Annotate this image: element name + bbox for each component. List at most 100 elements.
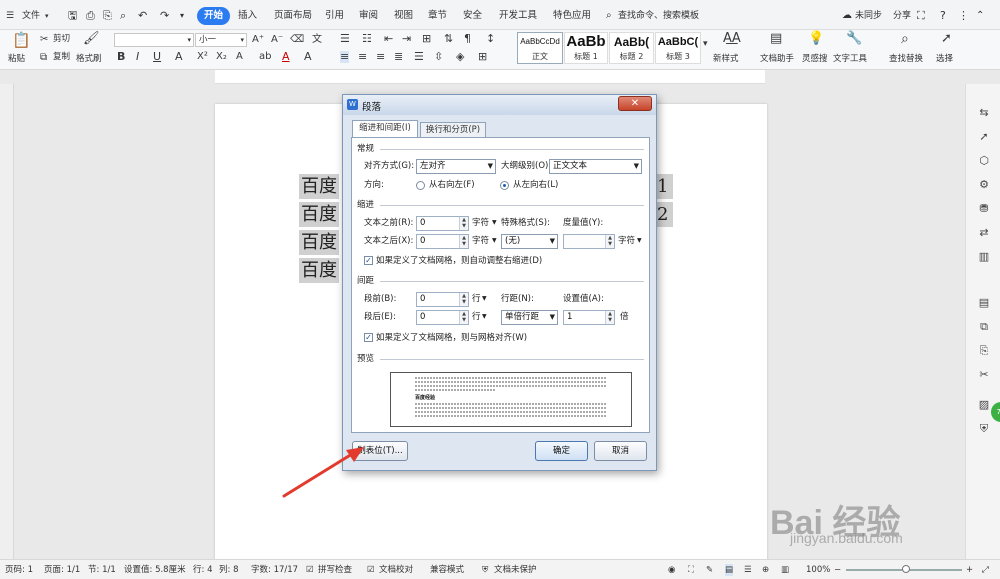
char-shading-icon[interactable]: A xyxy=(304,51,312,63)
space-after-input[interactable]: 0 ▲ ▼ xyxy=(416,310,469,325)
vertical-ruler[interactable] xyxy=(0,84,14,559)
properties-icon[interactable]: ⚙ xyxy=(977,178,991,192)
auto-right-indent-label[interactable]: 如果定义了文档网格，则自动调整右缩进(D) xyxy=(376,255,542,267)
image-icon[interactable]: ▨ xyxy=(977,398,991,412)
ok-button[interactable]: 确定 xyxy=(535,441,588,461)
export-pdf-icon[interactable]: ⎘ xyxy=(977,344,991,358)
status-page[interactable]: 页面: 1/1 xyxy=(44,564,80,576)
backup-icon[interactable]: ⛃ xyxy=(977,202,991,216)
doc-text-line[interactable]: 百度 xyxy=(299,174,339,199)
doc-proof-button[interactable]: 文档校对 xyxy=(379,564,413,576)
status-section[interactable]: 节: 1/1 xyxy=(88,564,116,576)
numbered-list-icon[interactable]: ☷ xyxy=(362,33,372,45)
spinner-icon[interactable]: ▲ ▼ xyxy=(605,235,614,248)
customize-icon[interactable]: ▾ xyxy=(180,8,184,24)
library-icon[interactable]: ▤ xyxy=(977,296,991,310)
spellcheck-button[interactable]: 拼写检查 xyxy=(318,564,352,576)
fit-page-icon[interactable]: ⤢ xyxy=(982,564,989,576)
text-tools-button[interactable]: 文字工具 xyxy=(833,54,867,65)
bullet-list-icon[interactable]: ☰ xyxy=(340,33,350,45)
grow-font-icon[interactable]: A⁺ xyxy=(252,34,264,46)
skin-icon[interactable]: ⛶ xyxy=(917,8,925,24)
assistant-badge-icon[interactable]: 75 xyxy=(991,402,1000,422)
cursor-icon[interactable]: ➚ xyxy=(941,32,952,45)
tabs-button[interactable]: 制表位(T)... xyxy=(352,441,408,461)
spinner-icon[interactable]: ▲ ▼ xyxy=(459,235,468,248)
outline-select[interactable]: 正文文本 ▼ xyxy=(549,159,642,174)
font-color-icon[interactable]: A xyxy=(282,51,290,63)
shading-icon[interactable]: ◈ xyxy=(456,51,464,63)
cancel-button[interactable]: 取消 xyxy=(594,441,647,461)
italic-icon[interactable]: I xyxy=(136,51,139,63)
font-size-combo[interactable]: 小一 ▾ xyxy=(195,33,247,47)
shield-icon[interactable]: ⛨ xyxy=(977,422,991,436)
paragraph-spacing-icon[interactable]: ⇳ xyxy=(434,51,443,63)
new-style-button[interactable]: 新样式 xyxy=(713,54,739,65)
spinner-icon[interactable]: ▲ ▼ xyxy=(459,217,468,230)
cut-button[interactable]: 剪切 xyxy=(53,34,70,45)
search-icon[interactable]: ⌕ xyxy=(606,8,612,24)
tab-view[interactable]: 视图 xyxy=(391,7,416,25)
indent-after-unit[interactable]: 字符 xyxy=(472,235,489,247)
increase-indent-icon[interactable]: ⇥ xyxy=(402,33,411,45)
spinner-icon[interactable]: ▲ ▼ xyxy=(459,293,468,306)
translate-icon[interactable]: ⇄ xyxy=(977,226,991,240)
rtl-label[interactable]: 从右向左(F) xyxy=(429,179,475,191)
zoom-in-icon[interactable]: + xyxy=(966,564,973,576)
snap-to-grid-checkbox[interactable]: ✓ xyxy=(364,333,373,342)
tab-insert[interactable]: 插入 xyxy=(235,7,260,25)
file-menu[interactable]: 文件 xyxy=(22,8,40,24)
spinner-icon[interactable]: ▲ ▼ xyxy=(459,311,468,324)
chevron-down-icon[interactable]: ▼ xyxy=(482,293,487,305)
outline-view-icon[interactable]: ☰ xyxy=(744,564,752,576)
bold-icon[interactable]: B xyxy=(117,51,125,63)
distributed-icon[interactable]: ☰ xyxy=(414,51,424,63)
style-normal[interactable]: AaBbCcDd 正文 xyxy=(517,32,563,64)
command-search[interactable]: 查找命令、搜索模板 xyxy=(618,8,699,24)
status-word-count[interactable]: 字数: 17/17 xyxy=(251,564,298,576)
underline-icon[interactable]: U xyxy=(153,51,161,63)
read-view-icon[interactable]: ▥ xyxy=(781,564,789,576)
auto-right-indent-checkbox[interactable]: ✓ xyxy=(364,256,373,265)
space-before-input[interactable]: 0 ▲ ▼ xyxy=(416,292,469,307)
dialog-title-bar[interactable]: W 段落 ✕ xyxy=(343,95,656,115)
magnifier-icon[interactable]: ⌕ xyxy=(901,32,909,46)
sync-status[interactable]: 未同步 xyxy=(855,8,882,24)
strikethrough-icon[interactable]: A xyxy=(175,51,183,63)
print-icon[interactable]: ⎘ xyxy=(103,8,112,24)
page-view-icon[interactable]: ▤ xyxy=(725,564,734,576)
style-heading-2[interactable]: AaBb( 标题 2 xyxy=(609,32,654,64)
paste-icon[interactable]: 📋 xyxy=(12,33,31,48)
tab-chapter[interactable]: 章节 xyxy=(425,7,450,25)
setting-value-input[interactable]: 1 ▲ ▼ xyxy=(563,310,615,325)
menu-icon[interactable]: ☰ xyxy=(6,8,14,24)
measure-unit[interactable]: 字符 xyxy=(618,235,635,247)
copy-button[interactable]: 复制 xyxy=(53,52,70,63)
zoom-level[interactable]: 100% xyxy=(806,564,830,576)
show-marks-icon[interactable]: ¶ xyxy=(464,33,471,45)
zoom-slider-thumb[interactable] xyxy=(902,565,910,573)
status-page-number[interactable]: 页码: 1 xyxy=(5,564,33,576)
tools-icon[interactable]: ✂ xyxy=(977,368,991,382)
export-icon[interactable]: ⎙ xyxy=(86,8,95,24)
more-icon[interactable]: ⋮ xyxy=(958,8,969,24)
line-spacing-select[interactable]: 单倍行距 ▼ xyxy=(501,310,558,325)
close-icon[interactable]: ✕ xyxy=(618,96,652,111)
subscript-icon[interactable]: X₂ xyxy=(216,51,227,63)
spellcheck-icon[interactable]: ☑ xyxy=(306,564,314,576)
space-before-unit[interactable]: 行 xyxy=(472,293,481,305)
chevron-down-icon[interactable]: ▼ xyxy=(637,235,642,247)
special-format-select[interactable]: (无) ▼ xyxy=(501,234,558,249)
cloud-icon[interactable]: ☁ xyxy=(842,8,852,24)
save-icon[interactable]: 🖫 xyxy=(68,8,77,24)
status-row[interactable]: 行: 4 xyxy=(193,564,212,576)
copy-doc-icon[interactable]: ⧉ xyxy=(977,320,991,334)
undo-icon[interactable]: ↶ xyxy=(138,8,147,24)
chevron-down-icon[interactable]: ▾ xyxy=(45,8,49,24)
align-center-icon[interactable]: ≡ xyxy=(358,51,367,63)
collapse-ribbon-icon[interactable]: ⌃ xyxy=(976,8,984,24)
preview-icon[interactable]: ⌕ xyxy=(120,8,126,24)
brush-icon[interactable]: 🖌 xyxy=(83,32,100,45)
protection-status[interactable]: 文档未保护 xyxy=(494,564,537,576)
borders-icon[interactable]: ⊞ xyxy=(478,51,487,63)
